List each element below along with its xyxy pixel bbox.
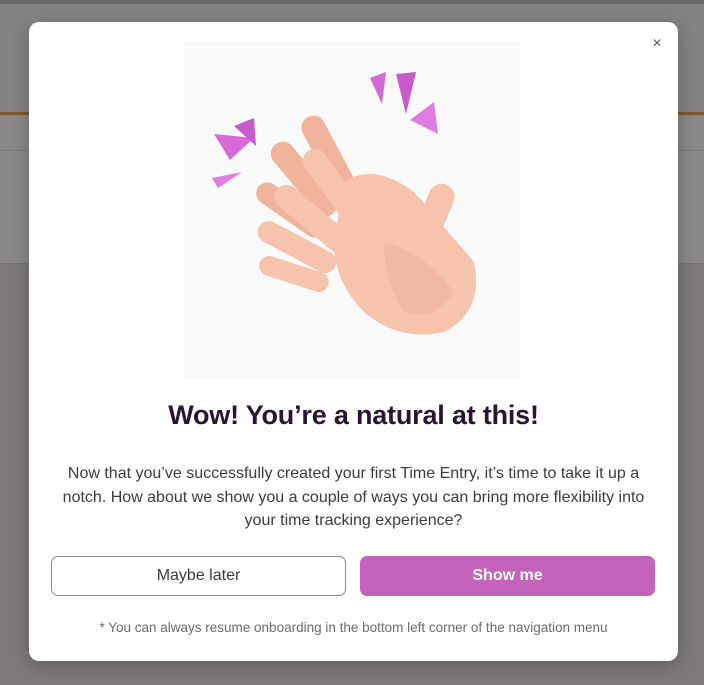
clapping-hands-icon	[184, 42, 520, 378]
close-icon[interactable]: ×	[647, 34, 667, 54]
show-me-button[interactable]: Show me	[360, 556, 655, 596]
onboarding-dialog: × Wow! You’re a natural at this! Now tha…	[29, 22, 678, 661]
maybe-later-button[interactable]: Maybe later	[51, 556, 346, 596]
dialog-description: Now that you’ve successfully created you…	[62, 465, 645, 529]
onboarding-footnote: * You can always resume onboarding in th…	[99, 620, 608, 635]
dialog-title: Wow! You’re a natural at this!	[168, 400, 539, 430]
